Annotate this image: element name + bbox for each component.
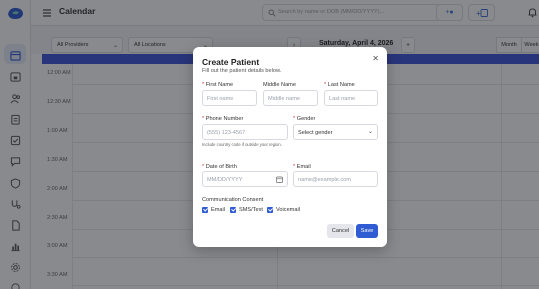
create-patient-dialog: Create Patient Fill out the patient deta… <box>193 47 387 247</box>
consent-label: Communication Consent <box>202 197 264 203</box>
consent-sms-label: SMS/Text <box>239 207 263 213</box>
middle-name-label: Middle Name <box>263 82 296 88</box>
dialog-subtitle: Fill out the patient details below. <box>202 68 282 74</box>
chevron-down-icon: ⌄ <box>367 129 373 135</box>
gender-label: * Gender <box>293 116 316 122</box>
phone-hint: Include country code if outside your reg… <box>202 142 282 147</box>
email-label: * Email <box>293 164 311 170</box>
close-icon[interactable]: ✕ <box>372 54 379 63</box>
gender-select-value: Select gender <box>298 130 333 136</box>
consent-voicemail-label: Voicemail <box>276 207 300 213</box>
dob-field[interactable]: MM/DD/YYYY <box>202 171 288 187</box>
consent-email-label: Email <box>211 207 225 213</box>
dialog-title: Create Patient <box>202 57 260 67</box>
first-name-label: * First Name <box>202 82 234 88</box>
last-name-field[interactable]: Last name <box>324 90 378 106</box>
email-field[interactable]: name@example.com <box>293 171 378 187</box>
save-button[interactable]: Save <box>356 224 378 238</box>
consent-sms-checkbox[interactable] <box>230 207 236 213</box>
phone-field[interactable]: (555) 123-4567 <box>202 124 288 140</box>
phone-label: * Phone Number <box>202 116 244 122</box>
calendar-icon[interactable] <box>276 176 283 183</box>
middle-name-field[interactable]: Middle name <box>263 90 318 106</box>
gender-select[interactable]: Select gender ⌄ <box>293 124 378 140</box>
dob-label: * Date of Birth <box>202 164 237 170</box>
consent-email-checkbox[interactable] <box>202 207 208 213</box>
consent-voicemail-checkbox[interactable] <box>267 207 273 213</box>
first-name-field[interactable]: First name <box>202 90 257 106</box>
dob-placeholder: MM/DD/YYYY <box>207 177 243 183</box>
cancel-button[interactable]: Cancel <box>327 224 354 238</box>
last-name-label: * Last Name <box>324 82 355 88</box>
